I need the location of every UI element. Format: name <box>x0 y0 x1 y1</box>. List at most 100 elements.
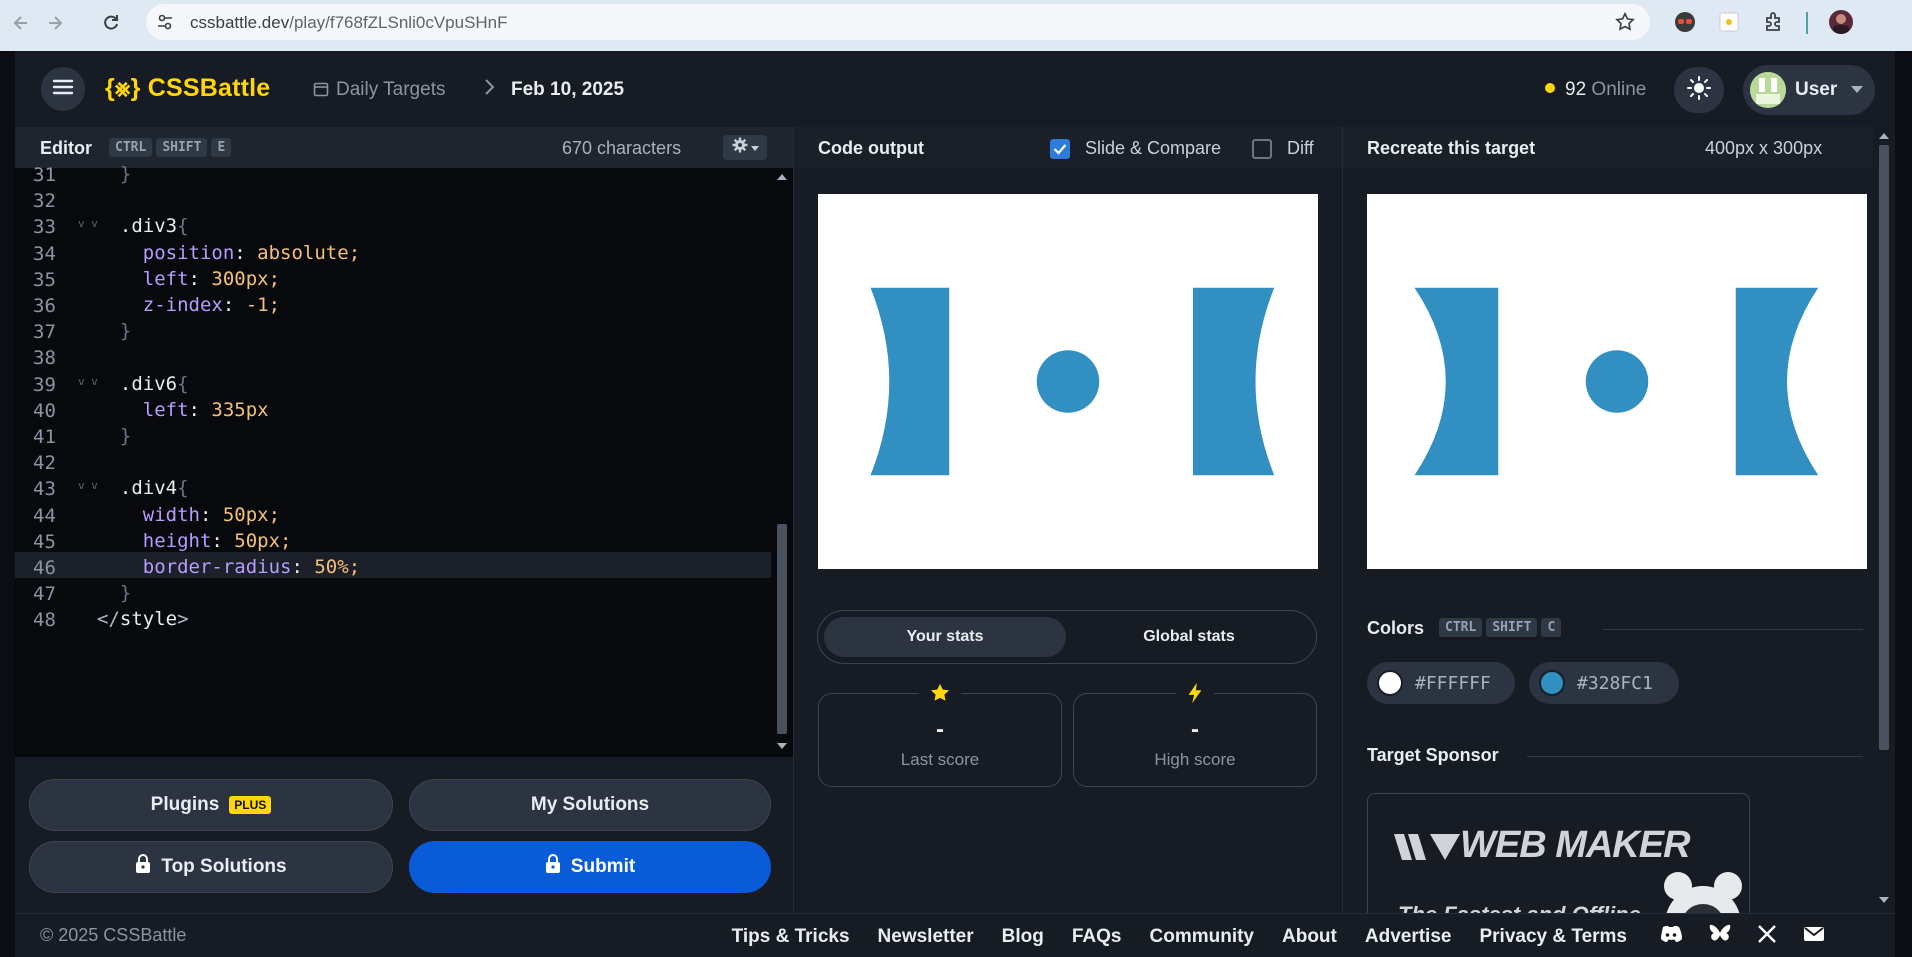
last-score-card: - Last score <box>818 682 1062 787</box>
footer-link-blog[interactable]: Blog <box>1002 926 1044 948</box>
code-text: z-index: -1; <box>97 294 281 316</box>
discord-icon[interactable] <box>1659 925 1683 949</box>
editor-panel: Editor CTRL SHIFT E 670 characters 31 } 32 3… <box>15 127 793 757</box>
code-editor[interactable]: 31 } 32 33 v v .div3{34 position: absolute;… <box>15 163 771 755</box>
breadcrumb-daily-targets[interactable]: Daily Targets <box>336 79 445 101</box>
target-image <box>1367 194 1867 569</box>
code-line[interactable]: 37 } <box>15 316 771 343</box>
color-swatch-white[interactable]: #FFFFFF <box>1367 662 1515 704</box>
star-icon[interactable] <box>1614 11 1636 38</box>
target-size: 400px x 300px <box>1705 138 1823 158</box>
line-number: 44 <box>33 504 56 527</box>
my-solutions-button[interactable]: My Solutions <box>409 779 771 831</box>
code-output-canvas[interactable] <box>818 194 1318 569</box>
code-line[interactable]: 41 } <box>15 421 771 448</box>
top-solutions-button[interactable]: Top Solutions <box>29 841 393 893</box>
line-number: 34 <box>33 242 56 265</box>
scroll-down-icon[interactable] <box>777 743 787 749</box>
code-text: left: 335px <box>97 398 269 421</box>
code-text: } <box>119 163 132 185</box>
scroll-down-icon[interactable] <box>1879 897 1889 903</box>
tab-global-stats[interactable]: Global stats <box>1068 617 1310 657</box>
forward-icon[interactable] <box>42 10 68 36</box>
code-line[interactable]: 46 border-radius: 50%; <box>15 552 771 579</box>
code-line[interactable]: 42 <box>15 447 771 474</box>
x-icon[interactable] <box>1757 924 1777 950</box>
submit-button[interactable]: Submit <box>409 841 771 893</box>
code-line[interactable]: 43 v v .div4{ <box>15 473 771 500</box>
chevron-down-icon <box>750 139 759 157</box>
extension-spy-icon[interactable] <box>1673 10 1697 34</box>
extension-note-icon[interactable] <box>1717 10 1741 34</box>
code-text: left: 300px; <box>97 267 281 290</box>
color-swatch-blue[interactable]: #328FC1 <box>1529 662 1679 704</box>
profile-avatar[interactable] <box>1829 10 1853 34</box>
mail-icon[interactable] <box>1803 925 1825 949</box>
diff-label[interactable]: Diff <box>1287 138 1314 159</box>
plugins-label: Plugins <box>150 794 220 815</box>
scrollbar-thumb[interactable] <box>1879 145 1889 750</box>
code-line[interactable]: 45 height: 50px; <box>15 526 771 553</box>
footer: © 2025 CSSBattle Tips & Tricks Newslette… <box>15 913 1895 957</box>
scroll-up-icon[interactable] <box>777 174 787 180</box>
code-line[interactable]: 35 left: 300px; <box>15 264 771 291</box>
color-hex: #328FC1 <box>1577 672 1653 694</box>
high-score-card: - High score <box>1073 682 1317 787</box>
code-line[interactable]: 31 } <box>15 159 771 186</box>
tab-your-stats[interactable]: Your stats <box>824 617 1066 657</box>
butterfly-icon[interactable] <box>1709 924 1731 950</box>
code-line[interactable]: 33 v v .div3{ <box>15 211 771 238</box>
line-number: 35 <box>33 268 56 291</box>
kbd-key: E <box>211 138 232 157</box>
panel-divider <box>1342 127 1343 913</box>
footer-link-faqs[interactable]: FAQs <box>1072 926 1122 948</box>
editor-scrollbar[interactable] <box>771 168 793 757</box>
page-scrollbar[interactable] <box>1873 127 1895 913</box>
editor-settings-button[interactable] <box>723 135 767 160</box>
theme-toggle-button[interactable] <box>1674 67 1724 113</box>
line-number: 40 <box>33 399 56 422</box>
fold-icon[interactable]: v v <box>78 375 98 388</box>
reload-icon[interactable] <box>98 10 124 36</box>
avatar <box>1750 72 1786 108</box>
back-icon[interactable] <box>8 10 34 36</box>
logo[interactable]: {⨳} CSSBattle <box>105 74 270 103</box>
slide-compare-checkbox[interactable] <box>1050 139 1070 159</box>
scroll-up-icon[interactable] <box>1879 133 1889 139</box>
browser-toolbar: cssbattle.dev/play/f768fZLSnli0cVpuSHnF <box>0 0 1912 51</box>
code-line[interactable]: 38 <box>15 342 771 369</box>
slide-compare-label[interactable]: Slide & Compare <box>1085 138 1221 159</box>
user-menu-button[interactable]: User <box>1743 65 1875 115</box>
code-line[interactable]: 48 </style> <box>15 604 771 631</box>
lock-icon <box>135 854 151 880</box>
social-links <box>1659 924 1825 950</box>
stats-toggle: Your stats Global stats <box>817 610 1317 664</box>
fold-icon[interactable]: v v <box>78 479 98 492</box>
code-line[interactable]: 40 left: 335px <box>15 395 771 422</box>
footer-link-privacy[interactable]: Privacy & Terms <box>1479 926 1627 948</box>
code-line[interactable]: 32 <box>15 185 771 213</box>
code-line[interactable]: 39 v v .div6{ <box>15 369 771 396</box>
code-line[interactable]: 36 z-index: -1; <box>15 290 771 317</box>
address-bar[interactable]: cssbattle.dev/play/f768fZLSnli0cVpuSHnF <box>146 4 1650 40</box>
footer-link-community[interactable]: Community <box>1150 926 1255 948</box>
code-line[interactable]: 47 } <box>15 578 771 605</box>
line-number: 32 <box>33 190 56 213</box>
plugins-button[interactable]: Plugins PLUS <box>29 779 393 831</box>
cssbattle-app: {⨳} CSSBattle Daily Targets Feb 10, 2025… <box>15 51 1895 957</box>
section-divider <box>1527 756 1863 757</box>
scrollbar-thumb[interactable] <box>777 524 787 734</box>
submit-label: Submit <box>570 856 636 877</box>
line-number: 45 <box>33 530 56 553</box>
fold-icon[interactable]: v v <box>78 217 98 230</box>
menu-button[interactable] <box>41 67 85 111</box>
diff-checkbox[interactable] <box>1252 139 1272 159</box>
code-line[interactable]: 44 width: 50px; <box>15 500 771 527</box>
extensions-puzzle-icon[interactable] <box>1762 10 1786 34</box>
footer-link-about[interactable]: About <box>1282 926 1337 948</box>
code-line[interactable]: 34 position: absolute; <box>15 238 771 265</box>
site-info-icon[interactable] <box>156 13 174 31</box>
footer-link-tips[interactable]: Tips & Tricks <box>732 926 850 948</box>
footer-link-newsletter[interactable]: Newsletter <box>878 926 974 948</box>
footer-link-advertise[interactable]: Advertise <box>1365 926 1452 948</box>
